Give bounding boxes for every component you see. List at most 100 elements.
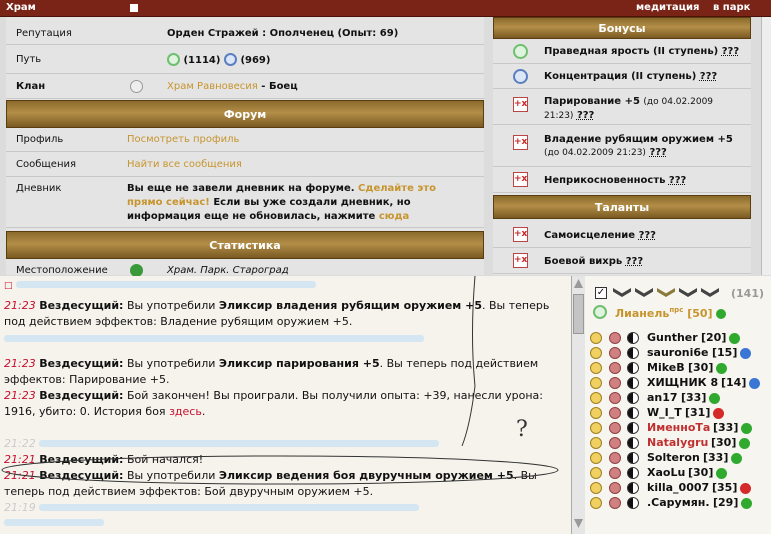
close-icon[interactable] <box>130 4 138 12</box>
talents-header: Таланты <box>493 195 751 219</box>
bonus-text: Праведная ярость (II ступень) ??? <box>544 45 739 58</box>
private-message-icon[interactable] <box>590 422 602 434</box>
private-message-icon[interactable] <box>590 467 602 479</box>
talent-info-link[interactable]: ??? <box>639 230 656 241</box>
refresh-diary-link[interactable]: сюда <box>379 211 409 222</box>
fight-icon[interactable] <box>609 392 621 404</box>
user-level: [35] <box>712 481 738 494</box>
user-row[interactable]: ХИЩНИК 8 [14] <box>585 376 771 391</box>
fight-icon[interactable] <box>609 332 621 344</box>
user-name[interactable]: Gunther <box>647 331 698 344</box>
user-row[interactable]: W_I_T [31] <box>585 406 771 421</box>
user-row[interactable]: MikeB [30] <box>585 361 771 376</box>
user-row[interactable]: Solteron [33] <box>585 451 771 466</box>
yin-yang-icon <box>627 482 639 494</box>
talent-name: Боевой вихрь <box>544 256 623 267</box>
user-row[interactable]: killa_0007 [35] <box>585 481 771 496</box>
bonus-date: (до 04.02.2009 21:23) <box>544 148 646 158</box>
private-message-icon[interactable] <box>590 437 602 449</box>
user-name[interactable]: sauroni6e <box>647 346 709 359</box>
bonus-name: Владение рубящим оружием +5 <box>544 134 733 145</box>
private-message-icon[interactable] <box>590 407 602 419</box>
scroll-thumb[interactable] <box>573 294 584 334</box>
private-message-icon[interactable] <box>590 392 602 404</box>
reputation-row: Репутация Орден Стражей : Ополченец (Опы… <box>6 23 484 45</box>
user-name[interactable]: MikeB <box>647 361 685 374</box>
clan-name-link[interactable]: Храм Равновесия <box>167 81 258 92</box>
fight-icon[interactable] <box>609 497 621 509</box>
path-blue-value: (969) <box>240 54 271 66</box>
rank-filter-icon[interactable] <box>679 288 697 297</box>
find-messages-link[interactable]: Найти все сообщения <box>127 159 242 170</box>
user-name[interactable]: Natalygru <box>647 436 708 449</box>
clan-row: Клан Храм Равновесия - Боец <box>6 75 484 99</box>
private-message-icon[interactable] <box>590 482 602 494</box>
user-row[interactable]: XaoLu [30] <box>585 466 771 481</box>
location-value: Храм. Парк. Староград <box>167 265 289 276</box>
path-label: Путь <box>16 54 42 65</box>
scroll-up-arrow-icon[interactable] <box>574 279 583 288</box>
blue-circle-icon <box>513 69 528 84</box>
filter-checkbox[interactable]: ✓ <box>595 287 607 299</box>
fight-icon[interactable] <box>609 452 621 464</box>
user-row[interactable]: ИменноТа [33] <box>585 421 771 436</box>
rank-filter-icon[interactable] <box>635 288 653 297</box>
private-message-icon[interactable] <box>590 362 602 374</box>
private-message-icon[interactable] <box>590 332 602 344</box>
my-user[interactable]: Лианельпрс [50] <box>615 306 727 320</box>
user-name[interactable]: ИменноТа <box>647 421 710 434</box>
fight-icon[interactable] <box>609 422 621 434</box>
user-name[interactable]: .Сарумян. <box>647 496 710 509</box>
bonus-info-link[interactable]: ??? <box>649 147 666 158</box>
user-row[interactable]: sauroni6e [15] <box>585 346 771 361</box>
window-title: Храм <box>6 2 36 13</box>
user-level: [31] <box>685 406 711 419</box>
scroll-down-arrow-icon[interactable] <box>574 519 583 528</box>
user-row[interactable]: Gunther [20] <box>585 331 771 346</box>
fight-icon[interactable] <box>609 347 621 359</box>
bonus-info-link[interactable]: ??? <box>722 46 739 57</box>
private-message-icon[interactable] <box>590 452 602 464</box>
park-link[interactable]: в парк <box>713 2 750 13</box>
rank-filter-icon[interactable] <box>701 288 719 297</box>
talent-info-link[interactable]: ??? <box>626 256 643 267</box>
private-message-icon[interactable] <box>590 377 602 389</box>
fight-icon[interactable] <box>609 467 621 479</box>
user-name[interactable]: XaoLu <box>647 466 685 479</box>
bonus-info-link[interactable]: ??? <box>577 110 594 121</box>
location-label: Местоположение <box>16 265 108 276</box>
fight-icon[interactable] <box>609 377 621 389</box>
private-message-icon[interactable] <box>590 347 602 359</box>
user-row[interactable]: .Сарумян. [29] <box>585 496 771 511</box>
user-level: [20] <box>701 331 727 344</box>
forum-header: Форум <box>6 100 484 128</box>
user-name[interactable]: ХИЩНИК 8 <box>647 376 718 389</box>
right-scrollbar[interactable] <box>761 17 771 275</box>
user-name[interactable]: Solteron <box>647 451 700 464</box>
user-name[interactable]: W_I_T <box>647 406 682 419</box>
private-message-icon[interactable] <box>590 497 602 509</box>
diary-text-1: Вы еще не завели дневник на форуме. <box>127 183 355 194</box>
reputation-value: Орден Стражей : Ополченец (Опыт: 69) <box>167 28 399 39</box>
user-level: [33] <box>713 421 739 434</box>
stats-header: Статистика <box>6 231 484 259</box>
path-green-value: (1114) <box>183 54 221 66</box>
rank-filter-icon[interactable] <box>657 288 675 297</box>
view-profile-link[interactable]: Посмотреть профиль <box>127 134 239 145</box>
bonus-info-link[interactable]: ??? <box>700 71 717 82</box>
yin-yang-icon <box>627 362 639 374</box>
fight-icon[interactable] <box>609 437 621 449</box>
fight-icon[interactable] <box>609 482 621 494</box>
bonus-info-link[interactable]: ??? <box>669 175 686 186</box>
user-name[interactable]: killa_0007 <box>647 481 709 494</box>
fight-icon[interactable] <box>609 362 621 374</box>
meditation-link[interactable]: медитация <box>636 2 699 13</box>
rank-filter-icon[interactable] <box>613 288 631 297</box>
chat-scrollbar[interactable] <box>571 276 585 534</box>
user-status-icon <box>709 393 720 404</box>
fight-icon[interactable] <box>609 407 621 419</box>
user-row[interactable]: Natalygru [30] <box>585 436 771 451</box>
user-name[interactable]: an17 <box>647 391 678 404</box>
plus-x-icon: +x <box>513 172 528 187</box>
user-row[interactable]: an17 [33] <box>585 391 771 406</box>
